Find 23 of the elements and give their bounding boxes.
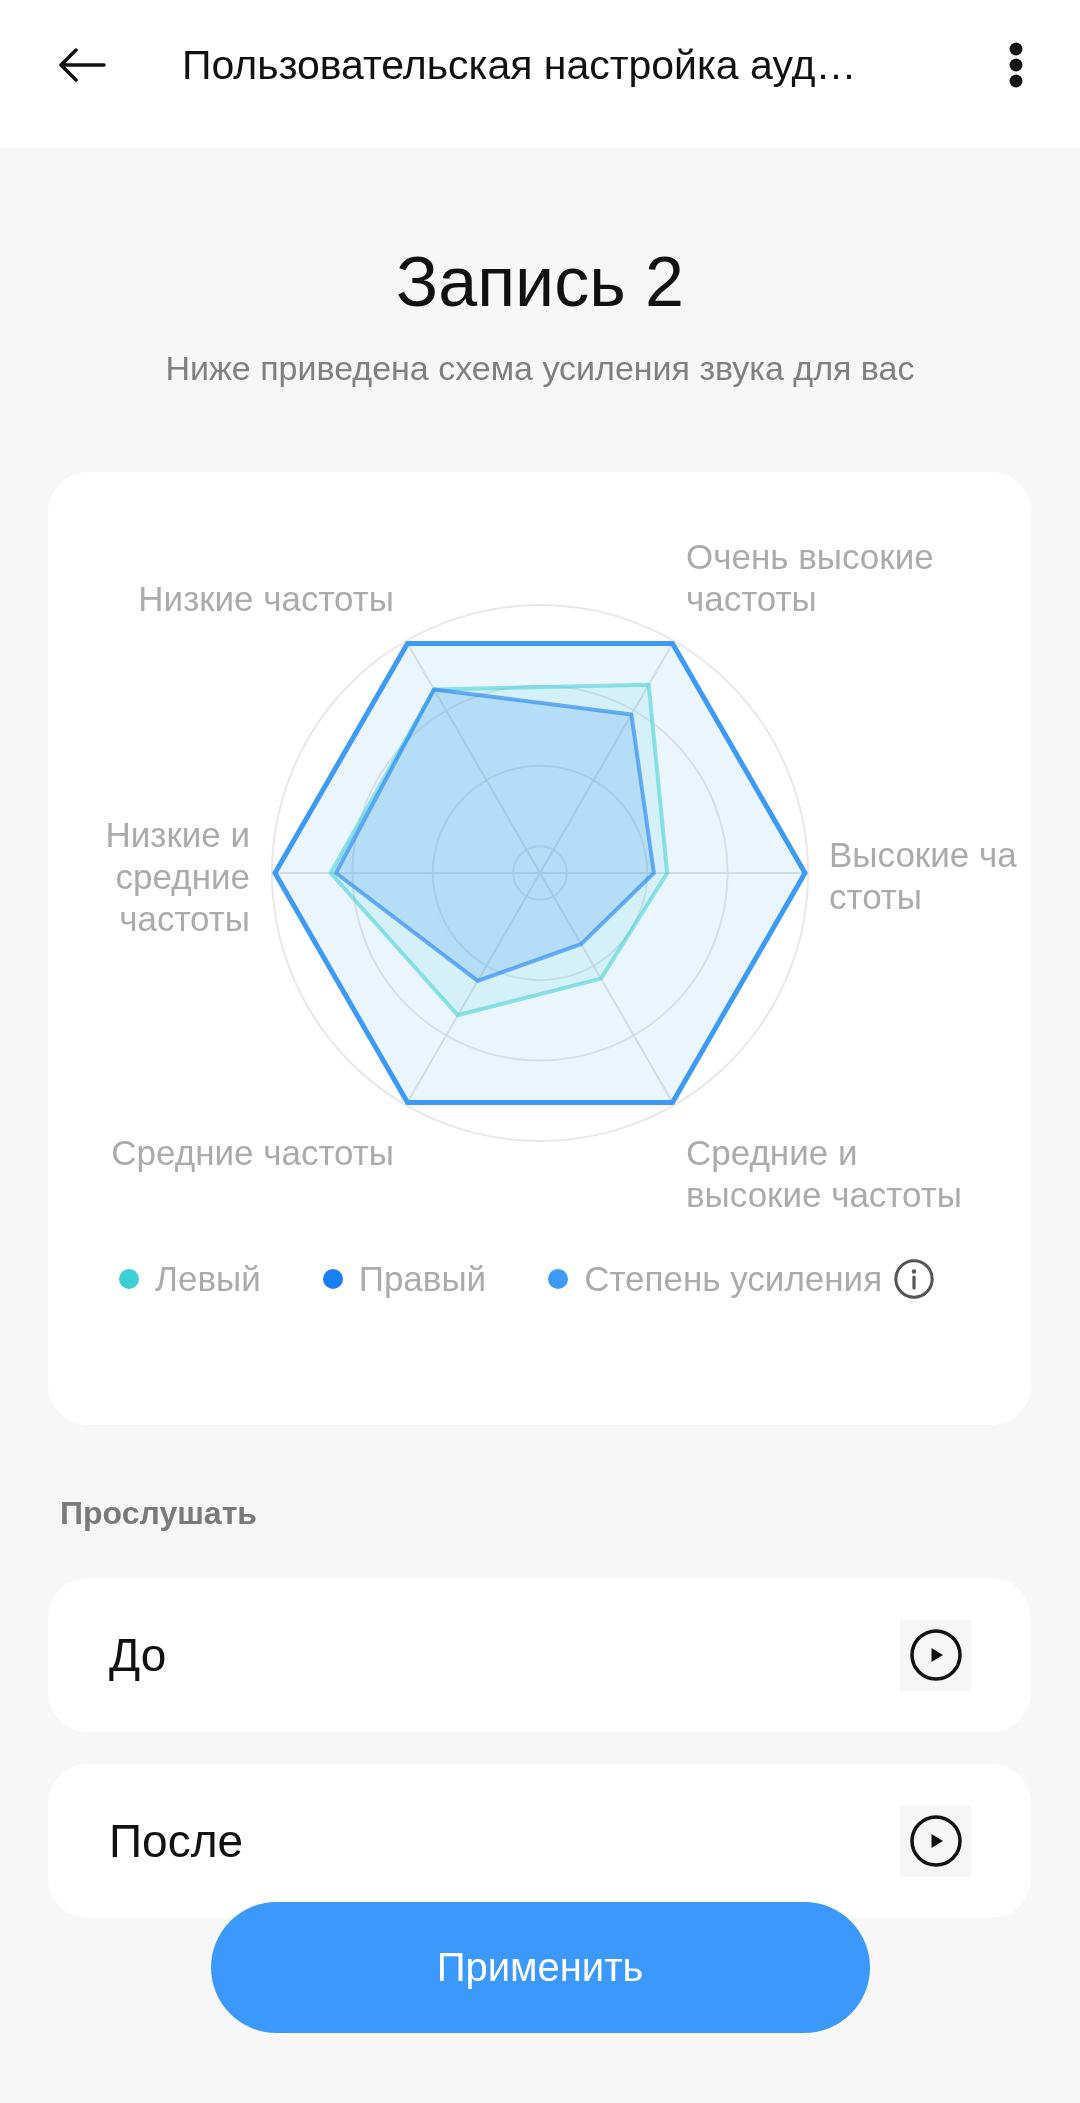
play-icon xyxy=(909,1815,962,1867)
chart-description: Ниже приведена схема усиления звука для вас xyxy=(164,348,916,389)
screen-title: Пользовательская настройка ауд… xyxy=(182,41,857,89)
axis-label: Низкие частоты xyxy=(137,578,394,620)
axis-label: Средние частоты xyxy=(110,1132,394,1174)
play-icon xyxy=(909,1629,962,1681)
section-title: Прослушать xyxy=(60,1494,257,1533)
play-button[interactable] xyxy=(900,1805,971,1877)
legend-label: Правый xyxy=(358,1258,487,1300)
axis-label: Высокие частоты xyxy=(829,834,1018,918)
more-menu-icon[interactable] xyxy=(1009,42,1023,88)
legend-label: Степень усиления xyxy=(584,1258,883,1300)
play-button[interactable] xyxy=(900,1619,971,1691)
back-arrow-icon[interactable] xyxy=(58,48,106,82)
row-label: До xyxy=(109,1628,167,1683)
apply-button[interactable]: Применить xyxy=(210,1902,870,2033)
row-label: После xyxy=(109,1814,244,1869)
legend-label: Левый xyxy=(155,1258,261,1300)
axis-label: Низкие и средние частоты xyxy=(104,814,250,940)
info-icon[interactable] xyxy=(894,1259,935,1299)
recording-title: Запись 2 xyxy=(394,242,686,323)
axis-label: Средние и высокие частоты xyxy=(686,1132,963,1216)
axis-label: Очень высокие частоты xyxy=(686,536,935,620)
